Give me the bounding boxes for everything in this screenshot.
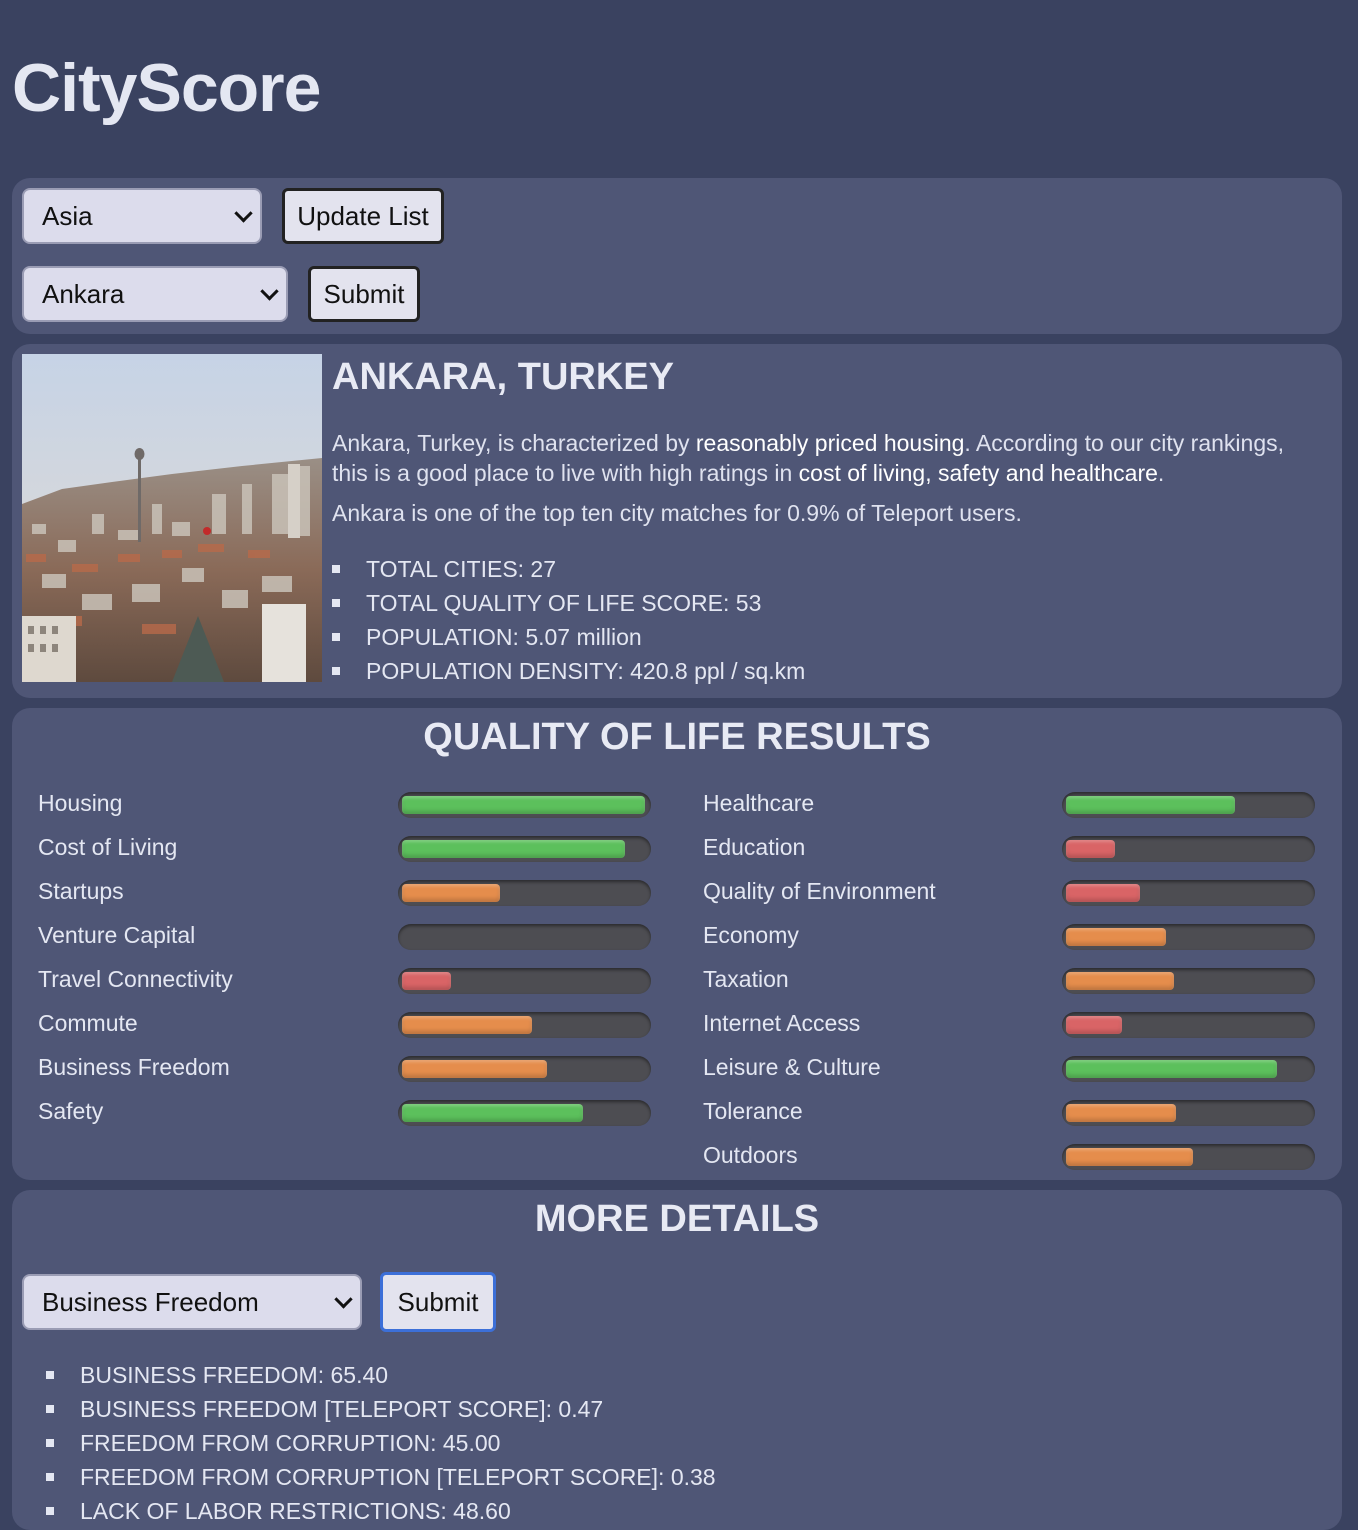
qol-row-tolerance: Tolerance xyxy=(12,1092,1342,1136)
qol-label: Taxation xyxy=(703,966,789,992)
selection-panel: Asia Update List Ankara Submit xyxy=(12,178,1342,334)
qol-score-bar xyxy=(1062,968,1315,994)
detail-category-select[interactable]: Business Freedom xyxy=(22,1274,362,1330)
qol-score-fill xyxy=(1066,1104,1176,1122)
detail-item: FREEDOM FROM CORRUPTION [TELEPORT SCORE]… xyxy=(46,1460,716,1494)
stat-population-density: POPULATION DENSITY: 420.8 ppl / sq.km xyxy=(332,654,805,688)
qol-score-bar xyxy=(1062,1012,1315,1038)
qol-score-bar xyxy=(1062,1144,1315,1170)
chevron-down-icon xyxy=(260,282,279,301)
qol-row-taxation: Taxation xyxy=(12,960,1342,1004)
qol-row-education: Education xyxy=(12,828,1342,872)
region-select[interactable]: Asia xyxy=(22,188,262,244)
city-stats-list: TOTAL CITIES: 27 TOTAL QUALITY OF LIFE S… xyxy=(332,552,805,688)
city-info-panel: ANKARA, TURKEY Ankara, Turkey, is charac… xyxy=(12,344,1342,698)
qol-label: Education xyxy=(703,834,806,860)
qol-label: Tolerance xyxy=(703,1098,803,1124)
region-select-value: Asia xyxy=(42,200,93,231)
stat-population: POPULATION: 5.07 million xyxy=(332,620,805,654)
details-list: BUSINESS FREEDOM: 65.40 BUSINESS FREEDOM… xyxy=(46,1358,716,1528)
summary-text: . xyxy=(1157,460,1165,486)
qol-score-fill xyxy=(1066,1016,1122,1034)
qol-score-fill xyxy=(1066,1060,1277,1078)
qol-score-bar xyxy=(1062,1100,1315,1126)
detail-item: LACK OF LABOR RESTRICTIONS: 48.60 xyxy=(46,1494,716,1528)
qol-score-fill xyxy=(1066,1148,1193,1166)
details-submit-button[interactable]: Submit xyxy=(380,1272,496,1332)
qol-score-fill xyxy=(1066,972,1174,990)
city-summary: Ankara, Turkey, is characterized by reas… xyxy=(332,428,1322,488)
detail-item: BUSINESS FREEDOM [TELEPORT SCORE]: 0.47 xyxy=(46,1392,716,1426)
chevron-down-icon xyxy=(234,204,253,223)
stat-total-cities: TOTAL CITIES: 27 xyxy=(332,552,805,586)
qol-label: Internet Access xyxy=(703,1010,861,1036)
qol-score-bar xyxy=(1062,924,1315,950)
qol-label: Quality of Environment xyxy=(703,878,936,904)
summary-highlight: reasonably priced housing xyxy=(695,430,965,456)
qol-score-bar xyxy=(1062,792,1315,818)
qol-score-fill xyxy=(1066,796,1235,814)
qol-score-fill xyxy=(1066,840,1115,858)
qol-title: QUALITY OF LIFE RESULTS xyxy=(423,716,931,758)
qol-row-quality-of-environment: Quality of Environment xyxy=(12,872,1342,916)
qol-row-economy: Economy xyxy=(12,916,1342,960)
more-details-title: MORE DETAILS xyxy=(534,1198,820,1240)
more-details-panel: MORE DETAILS Business Freedom Submit BUS… xyxy=(12,1190,1342,1530)
city-name: ANKARA, TURKEY xyxy=(332,356,674,398)
app-title: CityScore xyxy=(12,50,321,126)
update-list-button[interactable]: Update List xyxy=(282,188,444,244)
qol-row-outdoors: Outdoors xyxy=(12,1136,1342,1180)
summary-highlight: cost of living, safety and healthcare xyxy=(798,460,1158,486)
qol-label: Economy xyxy=(703,922,799,948)
city-match-text: Ankara is one of the top ten city matche… xyxy=(332,500,1022,526)
qol-label: Healthcare xyxy=(703,790,815,816)
qol-row-leisure-culture: Leisure & Culture xyxy=(12,1048,1342,1092)
detail-item: FREEDOM FROM CORRUPTION: 45.00 xyxy=(46,1426,716,1460)
qol-score-bar xyxy=(1062,880,1315,906)
qol-row-internet-access: Internet Access xyxy=(12,1004,1342,1048)
qol-score-bar xyxy=(1062,1056,1315,1082)
qol-score-bar xyxy=(1062,836,1315,862)
chevron-down-icon xyxy=(334,1290,353,1309)
stat-total-qol-score: TOTAL QUALITY OF LIFE SCORE: 53 xyxy=(332,586,805,620)
qol-row-healthcare: Healthcare xyxy=(12,784,1342,828)
qol-score-fill xyxy=(1066,884,1140,902)
qol-label: Outdoors xyxy=(703,1142,798,1168)
detail-item: BUSINESS FREEDOM: 65.40 xyxy=(46,1358,716,1392)
city-select[interactable]: Ankara xyxy=(22,266,288,322)
detail-category-value: Business Freedom xyxy=(42,1286,259,1317)
city-select-value: Ankara xyxy=(42,278,125,309)
city-photo xyxy=(22,354,322,682)
city-submit-button[interactable]: Submit xyxy=(308,266,420,322)
qol-label: Leisure & Culture xyxy=(703,1054,881,1080)
summary-text: Ankara, Turkey, is characterized by xyxy=(332,430,696,456)
quality-of-life-panel: QUALITY OF LIFE RESULTS Housing Cost of L… xyxy=(12,708,1342,1180)
qol-score-fill xyxy=(1066,928,1166,946)
